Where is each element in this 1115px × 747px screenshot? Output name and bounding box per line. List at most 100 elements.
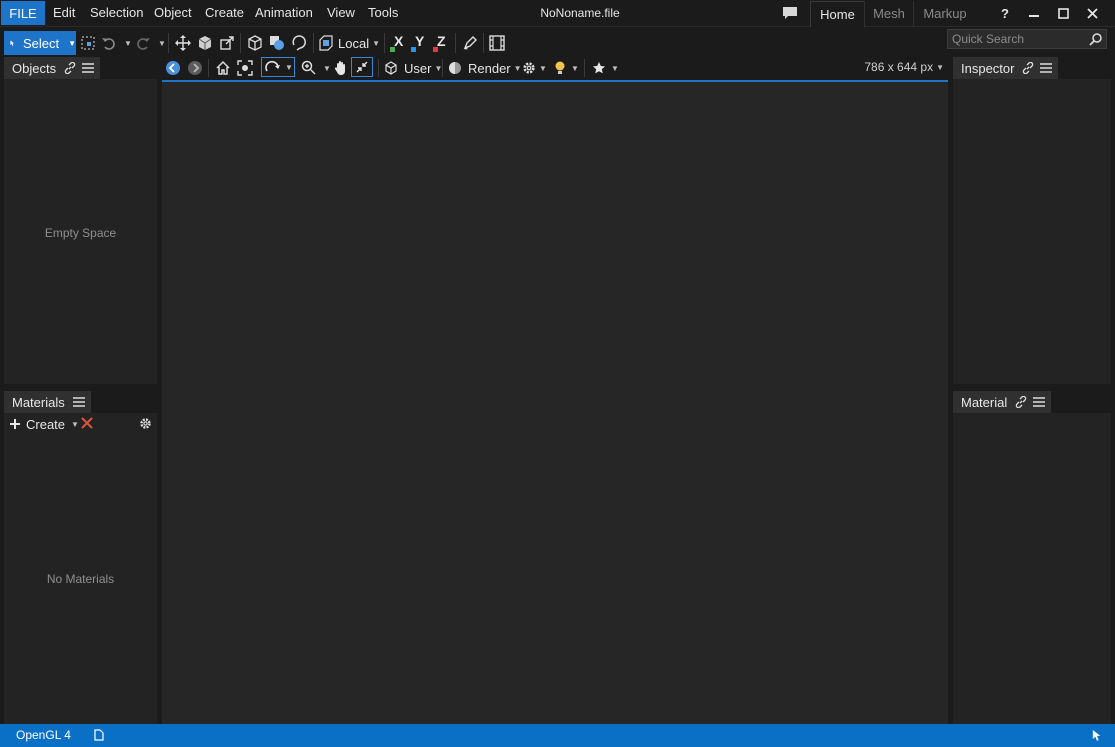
material-panel: Material <box>953 391 1111 724</box>
camera-view-dropdown[interactable]: User ▼ <box>384 59 442 77</box>
chevron-down-icon: ▼ <box>513 63 522 73</box>
chevron-down-icon: ▼ <box>571 63 579 73</box>
link-icon[interactable] <box>1015 396 1027 408</box>
menu-edit[interactable]: Edit <box>53 4 75 22</box>
menu-view[interactable]: View <box>327 4 355 22</box>
material-panel-title: Material <box>961 394 1008 410</box>
materials-panel-header: Materials <box>4 391 157 413</box>
fit-view-button[interactable] <box>351 57 373 77</box>
menu-animation[interactable]: Animation <box>255 4 313 22</box>
cursor-icon <box>10 40 15 46</box>
viewport-size-label: 786 x 644 px <box>864 60 934 74</box>
gear-icon <box>523 62 535 74</box>
tab-markup[interactable]: Markup <box>913 1 976 26</box>
lasso-icon[interactable] <box>289 33 309 53</box>
help-button[interactable]: ? <box>990 2 1020 24</box>
viewport-size-dropdown[interactable]: 786 x 644 px ▼ <box>864 60 944 74</box>
tab-home[interactable]: Home <box>810 1 865 27</box>
chevron-down-icon[interactable]: ▼ <box>68 39 76 48</box>
chevron-down-icon: ▼ <box>372 38 380 48</box>
render-mode-dropdown[interactable]: Render ▼ <box>448 59 522 77</box>
favorites-dropdown[interactable]: ▼ <box>592 60 619 76</box>
inspector-panel-tab[interactable]: Inspector <box>953 57 1059 79</box>
toolbar-separator <box>483 33 484 53</box>
3d-viewport[interactable] <box>162 80 948 724</box>
panel-menu-icon[interactable] <box>1033 397 1046 407</box>
zoom-dropdown-icon[interactable]: ▼ <box>323 64 331 73</box>
orbit-icon <box>265 60 280 72</box>
undo-icon[interactable] <box>99 33 119 53</box>
maximize-icon[interactable] <box>1048 2 1078 24</box>
undo-dropdown-icon[interactable]: ▼ <box>124 39 132 48</box>
camera-view-label: User <box>404 60 432 76</box>
film-icon[interactable] <box>487 33 507 53</box>
orbit-tool-button[interactable]: ▼ <box>261 57 295 77</box>
axis-z-label: Z <box>437 33 446 49</box>
redo-icon[interactable] <box>133 33 153 53</box>
redo-dropdown-icon[interactable]: ▼ <box>158 39 166 48</box>
toolbar-separator <box>455 33 456 53</box>
home-view-icon[interactable] <box>215 60 231 79</box>
axis-y-toggle[interactable]: Y <box>411 33 427 53</box>
render-sphere-icon <box>449 62 461 74</box>
boolean-icon[interactable] <box>267 33 287 53</box>
menu-create[interactable]: Create <box>205 4 244 22</box>
materials-panel-tab[interactable]: Materials <box>4 391 91 413</box>
minimize-icon[interactable] <box>1019 2 1049 24</box>
toolbar-separator <box>240 33 241 53</box>
close-icon[interactable] <box>1077 2 1107 24</box>
panel-menu-icon[interactable] <box>1040 63 1053 73</box>
scale-icon[interactable] <box>217 33 237 53</box>
inspector-panel: Inspector <box>953 57 1111 384</box>
comment-icon[interactable] <box>780 4 800 22</box>
delete-material-icon[interactable] <box>81 417 93 432</box>
material-panel-tab[interactable]: Material <box>953 391 1052 413</box>
file-menu-button[interactable]: FILE <box>1 1 45 25</box>
document-title: NoNoname.file <box>540 6 620 20</box>
menu-selection[interactable]: Selection <box>90 4 143 22</box>
panel-menu-icon[interactable] <box>82 63 95 73</box>
gear-icon[interactable] <box>139 417 152 433</box>
chevron-down-icon: ▼ <box>71 419 79 429</box>
select-tool-button[interactable]: Select ▼ <box>4 31 76 55</box>
camera-cube-icon <box>385 61 397 75</box>
create-material-button[interactable]: Create ▼ <box>10 416 79 432</box>
axis-z-toggle[interactable]: Z <box>433 33 449 53</box>
marquee-select-icon[interactable] <box>78 33 98 53</box>
lighting-dropdown[interactable]: ▼ <box>554 59 579 77</box>
chevron-down-icon: ▼ <box>611 63 619 73</box>
link-icon[interactable] <box>64 62 76 74</box>
coordinate-system-label: Local <box>338 35 370 51</box>
pan-hand-icon[interactable] <box>333 60 349 79</box>
viewport-settings-dropdown[interactable]: ▼ <box>522 60 547 76</box>
local-axis-icon <box>319 35 333 51</box>
materials-panel-title: Materials <box>12 394 65 410</box>
tab-mesh[interactable]: Mesh <box>864 1 913 26</box>
cube-icon[interactable] <box>245 33 265 53</box>
search-icon[interactable] <box>1089 33 1102 46</box>
move-icon[interactable] <box>173 33 193 53</box>
status-bar: OpenGL 4 <box>0 724 1115 747</box>
cursor-mode-icon[interactable] <box>1092 728 1102 745</box>
toolbar-separator <box>384 33 385 53</box>
rotate-object-icon[interactable] <box>195 33 215 53</box>
coordinate-system-dropdown[interactable]: Local ▼ <box>318 33 380 53</box>
objects-panel: Objects Empty Space <box>4 57 157 384</box>
frame-selection-icon[interactable] <box>237 60 253 79</box>
viewport-toolbar: ▼ ▼ User ▼ Render ▼ ▼ ▼ ▼ 786 x 644 px ▼ <box>162 57 948 79</box>
axis-x-toggle[interactable]: X <box>390 33 406 53</box>
objects-panel-tab[interactable]: Objects <box>4 57 101 79</box>
menu-tools[interactable]: Tools <box>368 4 398 22</box>
zoom-icon[interactable] <box>301 60 316 78</box>
back-nav-icon[interactable] <box>166 61 180 78</box>
snap-pen-icon[interactable] <box>460 33 480 53</box>
menu-object[interactable]: Object <box>154 4 192 22</box>
quick-search-input[interactable] <box>952 31 1082 47</box>
forward-nav-icon[interactable] <box>188 61 202 78</box>
menu-bar: FILE Edit Selection Object Create Animat… <box>0 0 1115 27</box>
document-icon[interactable] <box>94 729 104 744</box>
link-icon[interactable] <box>1022 62 1034 74</box>
select-label: Select <box>22 35 60 51</box>
toolbar-separator <box>168 33 169 53</box>
panel-menu-icon[interactable] <box>72 397 85 407</box>
